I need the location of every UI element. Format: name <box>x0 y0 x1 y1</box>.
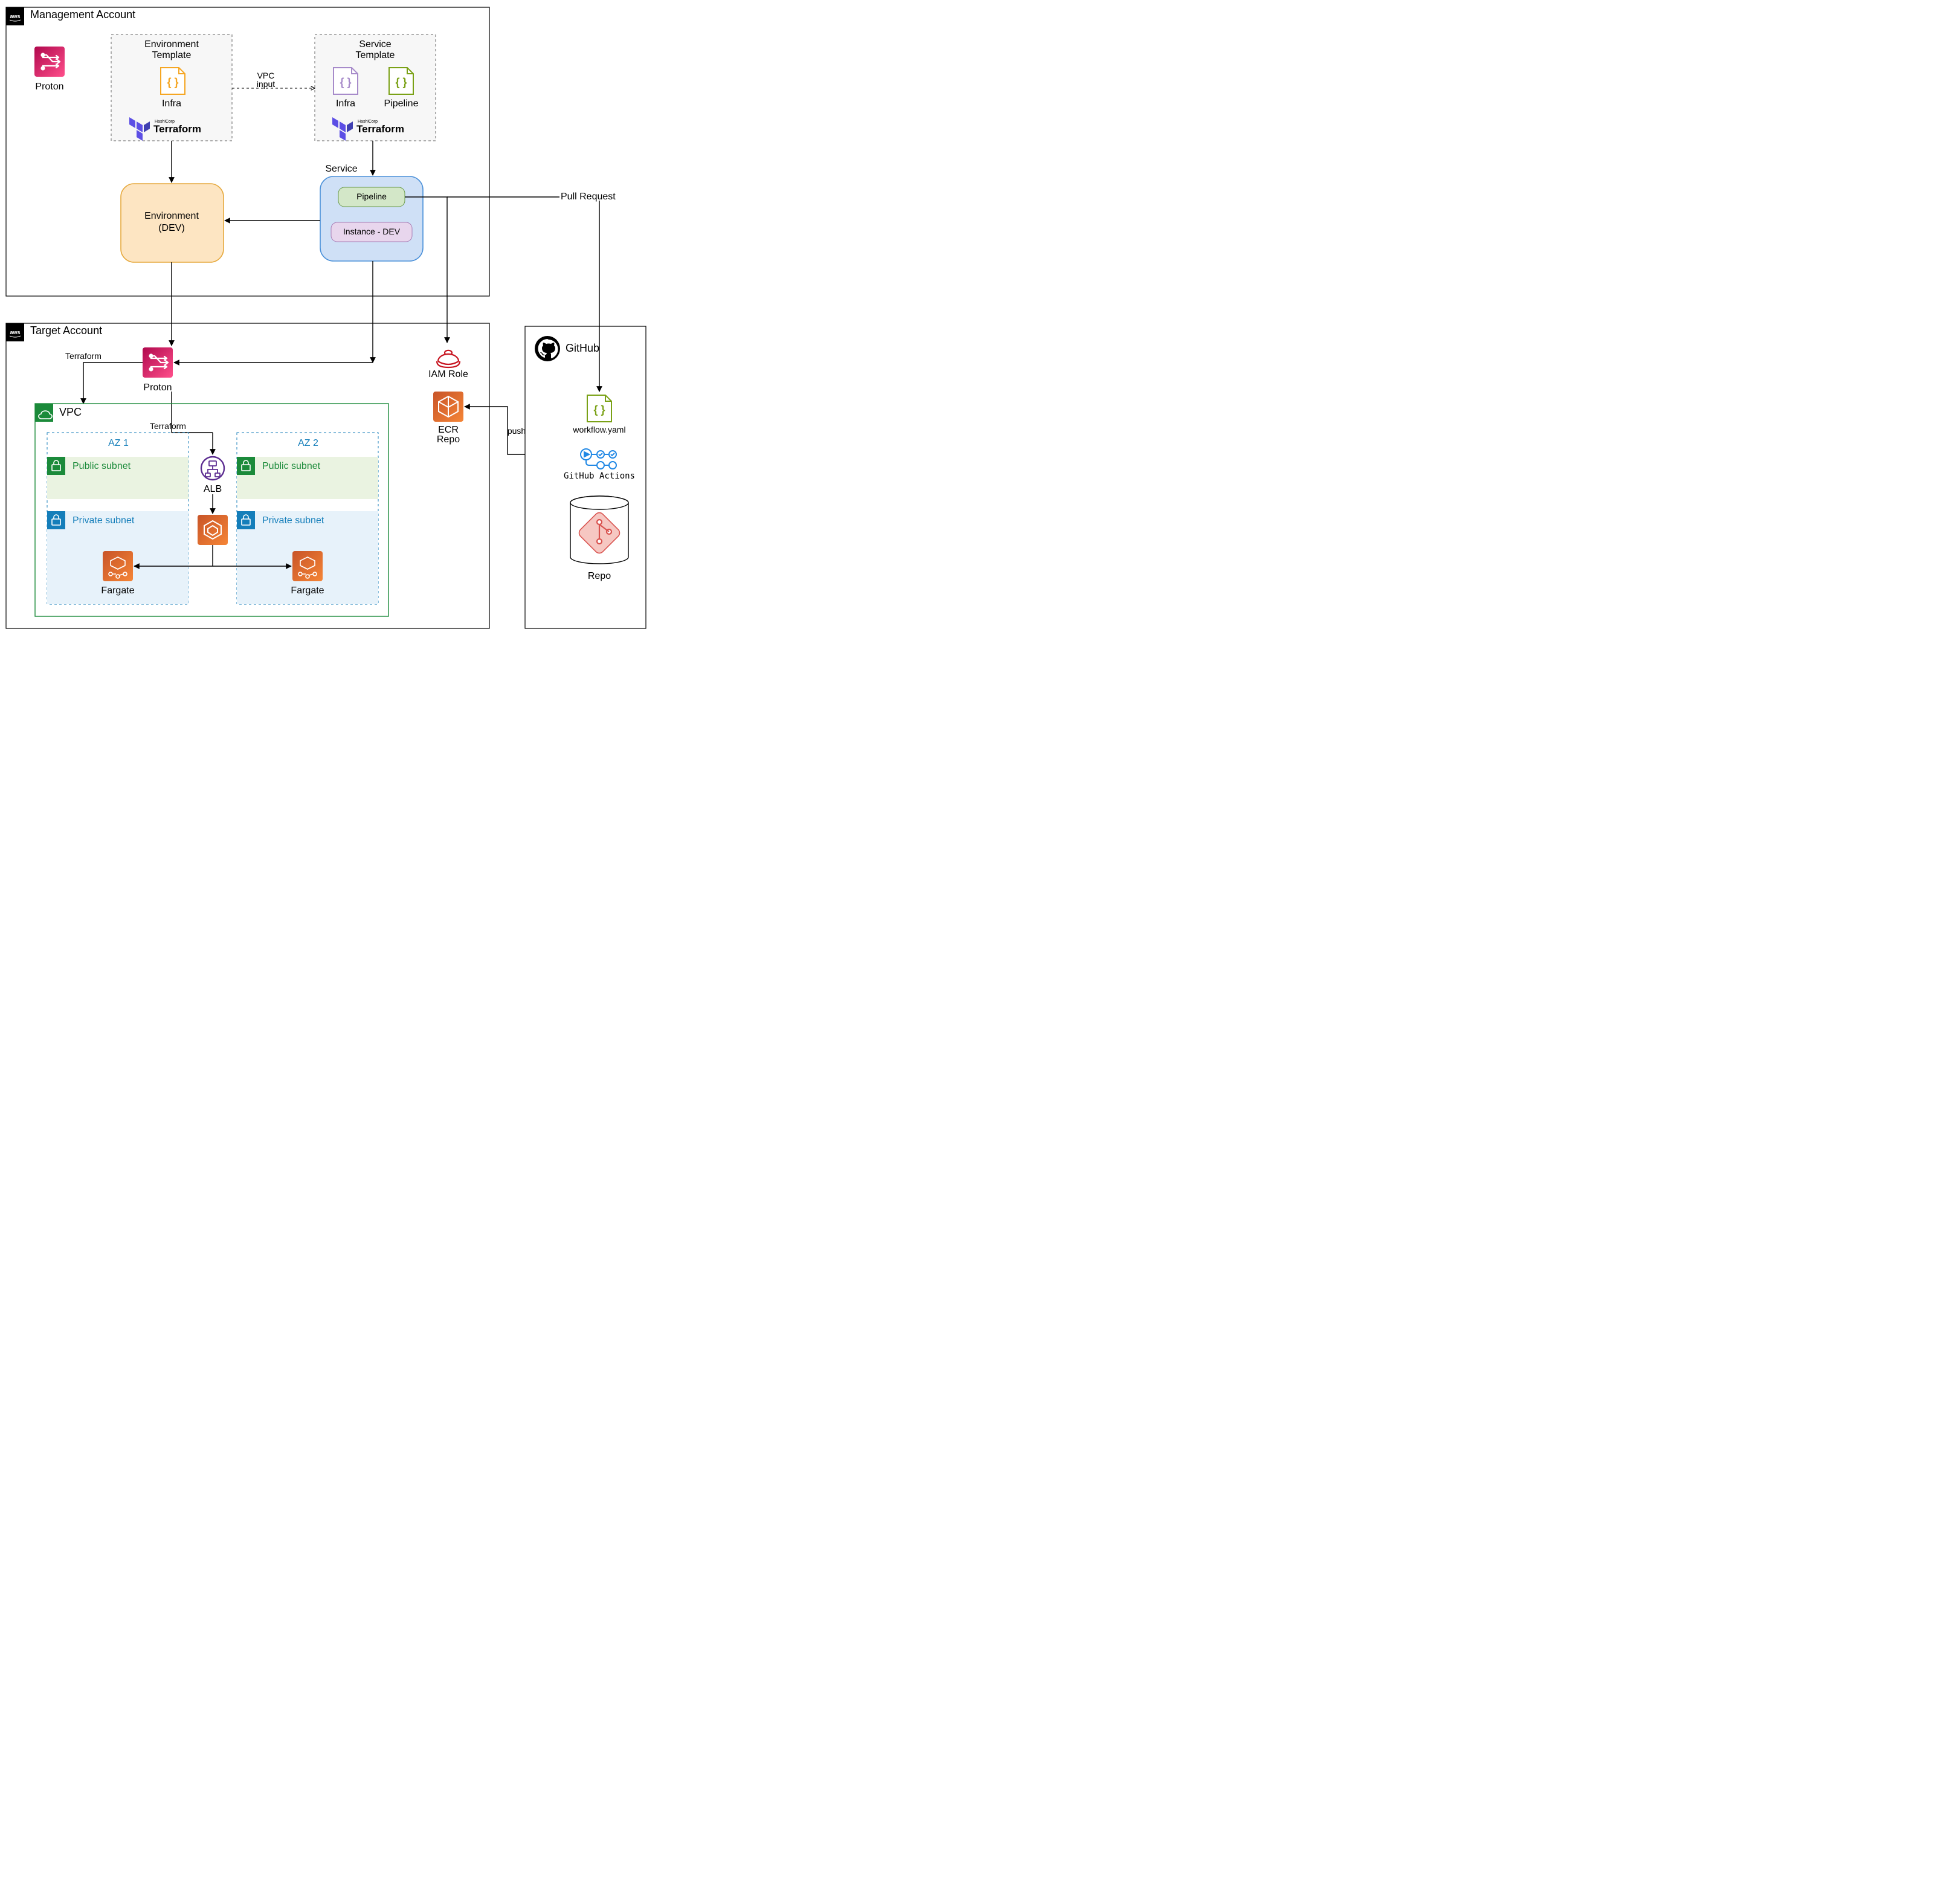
target-account-title: Target Account <box>30 324 102 337</box>
service-template-pipeline-label: Pipeline <box>384 98 419 109</box>
service-template-infra-label: Infra <box>336 98 355 109</box>
pull-request-label: Pull Request <box>561 192 616 202</box>
environment-box: Environment(DEV) <box>121 184 224 262</box>
svg-text:EnvironmentTemplate: EnvironmentTemplate <box>144 39 199 60</box>
architecture-diagram: aws Management Account Proton Environmen… <box>0 0 653 630</box>
az2-private-subnet-label: Private subnet <box>262 515 324 526</box>
az1-box: AZ 1 Public subnet Private subnet Fargat… <box>47 433 189 604</box>
ecs-icon <box>198 515 228 545</box>
repo-label: Repo <box>588 571 611 581</box>
vpc-input-edge: VPCinput <box>232 71 315 89</box>
ecr-icon <box>433 392 463 422</box>
repo-icon <box>570 496 628 564</box>
az1-fargate-label: Fargate <box>101 585 134 596</box>
service-title: Service <box>325 164 357 174</box>
alb-icon <box>201 457 224 480</box>
service-pipeline-label: Pipeline <box>356 192 387 201</box>
az1-label: AZ 1 <box>108 438 129 448</box>
az2-public-subnet-label: Public subnet <box>262 461 321 471</box>
svg-text:{ }: { } <box>167 76 178 88</box>
service-template-infra-icon: { } <box>334 68 358 94</box>
svg-text:VPCinput: VPCinput <box>257 71 275 89</box>
env-template-infra-label: Infra <box>162 98 181 109</box>
env-template-tool-label: Terraform <box>153 123 201 135</box>
management-account-title: Management Account <box>30 8 135 21</box>
svg-text:ECRRepo: ECRRepo <box>437 425 460 445</box>
fargate-icon <box>103 551 133 581</box>
az2-box: AZ 2 Public subnet Private subnet Fargat… <box>237 433 378 604</box>
environment-template-box: EnvironmentTemplate { } Infra HashiCorp … <box>111 34 232 141</box>
proton-to-vpc-terraform-edge <box>83 363 143 404</box>
az1-private-subnet-label: Private subnet <box>73 515 135 526</box>
fargate-icon <box>292 551 323 581</box>
service-instance-label: Instance - DEV <box>343 227 401 236</box>
proton-target-icon <box>143 347 173 378</box>
az2-fargate-label: Fargate <box>291 585 324 596</box>
svg-text:aws: aws <box>10 13 20 19</box>
ecr-repo-label: ECR <box>438 425 459 435</box>
github-title: GitHub <box>566 342 599 354</box>
vpc-title: VPC <box>59 406 82 418</box>
push-label: push <box>508 426 526 436</box>
az1-public-subnet-label: Public subnet <box>73 461 131 471</box>
service-template-tool-label: Terraform <box>356 123 404 135</box>
proton-target-label: Proton <box>143 382 172 393</box>
iam-role-label: IAM Role <box>428 369 468 379</box>
workflow-yaml-icon: { } <box>587 395 611 422</box>
svg-text:ServiceTemplate: ServiceTemplate <box>356 39 395 60</box>
github-actions-icon <box>581 449 616 469</box>
proton-label: Proton <box>35 82 63 92</box>
alb-label: ALB <box>204 484 222 494</box>
terraform-edge-label-1: Terraform <box>65 351 102 361</box>
workflow-yaml-label: workflow.yaml <box>572 425 625 434</box>
svg-text:aws: aws <box>10 329 20 335</box>
service-template-box: ServiceTemplate { } Infra { } Pipeline H… <box>315 34 436 141</box>
service-box: Service Pipeline Instance - DEV <box>320 164 423 261</box>
terraform-edge-label-2: Terraform <box>150 421 186 431</box>
proton-icon <box>34 47 65 77</box>
github-actions-label: GitHub Actions <box>564 471 635 481</box>
svg-text:{ }: { } <box>340 76 351 88</box>
iam-role-icon <box>437 350 460 367</box>
svg-text:{ }: { } <box>395 76 407 88</box>
az2-label: AZ 2 <box>298 438 318 448</box>
github-logo-icon <box>535 336 560 361</box>
env-template-infra-icon: { } <box>161 68 185 94</box>
svg-text:{ }: { } <box>593 404 605 416</box>
service-template-pipeline-icon: { } <box>389 68 413 94</box>
